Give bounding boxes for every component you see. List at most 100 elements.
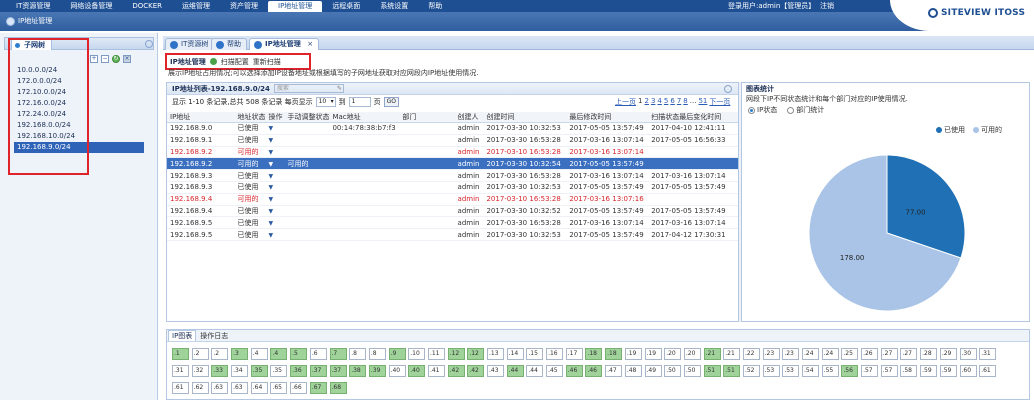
ip-cell[interactable]: .30 <box>959 348 977 360</box>
ip-cell[interactable]: .21 <box>703 348 721 360</box>
ip-cell[interactable]: .66 <box>290 382 308 394</box>
ip-cell[interactable]: .59 <box>920 365 938 377</box>
ip-cell[interactable]: .14 <box>506 348 524 360</box>
ip-cell[interactable]: .3 <box>231 348 249 360</box>
ip-cell[interactable]: .51 <box>703 365 721 377</box>
page-size-select[interactable]: 10 <box>315 97 336 107</box>
ip-cell[interactable]: .60 <box>959 365 977 377</box>
ip-cell[interactable]: .9 <box>388 348 406 360</box>
ip-cell[interactable]: .35 <box>250 365 268 377</box>
ip-cell[interactable]: .67 <box>309 382 327 394</box>
go-button[interactable]: GO <box>383 97 399 107</box>
ip-cell[interactable]: .13 <box>487 348 504 360</box>
column-header[interactable]: 地址状态 <box>234 112 266 123</box>
ip-cell[interactable]: .28 <box>920 348 938 360</box>
ip-cell[interactable]: .49 <box>644 365 662 377</box>
ip-cell[interactable]: .8 <box>368 348 386 360</box>
ip-cell[interactable]: .46 <box>585 365 603 377</box>
ip-cell[interactable]: .42 <box>447 365 465 377</box>
cell-mark[interactable]: ▼ <box>265 205 285 218</box>
ip-cell[interactable]: .54 <box>802 365 819 377</box>
ip-cell[interactable]: .21 <box>723 348 741 360</box>
ip-cell[interactable]: .58 <box>900 365 918 377</box>
page-link[interactable]: 51 <box>698 97 707 107</box>
ip-cell[interactable]: .57 <box>880 365 898 377</box>
page-link[interactable]: 8 <box>683 97 687 107</box>
ip-cell[interactable]: .45 <box>546 365 564 377</box>
ip-cell[interactable]: .10 <box>408 348 426 360</box>
page-link[interactable]: 4 <box>657 97 661 107</box>
ip-cell[interactable]: .19 <box>644 348 662 360</box>
rescan-button[interactable]: 重新扫描 <box>253 57 281 67</box>
column-header[interactable]: 操作 <box>265 112 285 123</box>
menu-item-6[interactable]: 远程桌面 <box>322 0 370 12</box>
ip-cell[interactable]: .47 <box>605 365 623 377</box>
table-row[interactable]: 192.168.9.5 已使用 ▼ admin 2017-03-30 16:53:28 2… <box>167 216 738 230</box>
column-header[interactable]: 手动调整状态 <box>284 112 330 123</box>
ip-cell[interactable]: .31 <box>979 348 997 360</box>
ip-cell[interactable]: .65 <box>270 382 288 394</box>
ip-cell[interactable]: .41 <box>427 365 445 377</box>
ip-cell[interactable]: .27 <box>900 348 918 360</box>
ip-cell[interactable]: .61 <box>172 382 189 394</box>
ip-cell[interactable]: .26 <box>861 348 879 360</box>
collapse-icon[interactable]: − <box>101 55 109 63</box>
menu-item-4[interactable]: 资产管理 <box>220 0 268 12</box>
ip-cell[interactable]: .51 <box>723 365 741 377</box>
ip-cell[interactable]: .39 <box>368 365 386 377</box>
dropdown-triangle-icon[interactable]: ▼ <box>269 161 274 168</box>
ip-cell[interactable]: .15 <box>526 348 544 360</box>
tab-ip-management[interactable]: IP地址管理 × <box>249 38 320 50</box>
ip-cell[interactable]: .33 <box>211 365 229 377</box>
ip-cell[interactable]: .29 <box>939 348 957 360</box>
ip-cell[interactable]: .22 <box>742 348 760 360</box>
tab-help[interactable]: 帮助 <box>211 38 247 50</box>
ip-cell[interactable]: .34 <box>231 365 249 377</box>
cell-mark[interactable]: ▼ <box>265 228 285 241</box>
menu-item-8[interactable]: 帮助 <box>418 0 452 12</box>
ip-cell[interactable]: .23 <box>782 348 800 360</box>
dropdown-triangle-icon[interactable]: ▼ <box>269 173 274 180</box>
menu-item-3[interactable]: 运维管理 <box>172 0 220 12</box>
menu-item-5[interactable]: IP地址管理 <box>268 1 323 12</box>
bottom-tab[interactable]: 操作日志 <box>196 330 232 341</box>
column-header[interactable]: Mac地址 <box>329 112 400 123</box>
ip-cell[interactable]: .48 <box>624 365 642 377</box>
ip-cell[interactable]: .40 <box>408 365 426 377</box>
column-header[interactable]: 部门 <box>399 112 455 123</box>
ip-cell[interactable]: .57 <box>861 365 879 377</box>
ip-cell[interactable]: .52 <box>742 365 760 377</box>
page-link[interactable]: 5 <box>664 97 668 107</box>
menu-item-7[interactable]: 系统设置 <box>370 0 418 12</box>
table-row[interactable]: 192.168.9.5 已使用 ▼ admin 2017-03-30 10:32:53 2… <box>167 228 738 241</box>
table-row[interactable]: 192.168.9.2 可用的 ▼ 可用的 admin 2017-03-30 10:32:… <box>167 157 738 171</box>
column-header[interactable]: IP地址 <box>167 112 235 123</box>
refresh-icon[interactable]: ↻ <box>112 55 120 63</box>
ip-cell[interactable]: .19 <box>624 348 642 360</box>
ip-cell[interactable]: .17 <box>565 348 583 360</box>
column-header[interactable]: 创建时间 <box>483 112 567 123</box>
close-icon[interactable]: × <box>307 40 313 48</box>
ip-cell[interactable]: .4 <box>250 348 268 360</box>
table-row[interactable]: 192.168.9.3 已使用 ▼ admin 2017-03-30 10:32:53 2… <box>167 181 738 194</box>
ip-cell[interactable]: .12 <box>467 348 485 360</box>
ip-cell[interactable]: .36 <box>290 365 308 377</box>
dropdown-triangle-icon[interactable]: ▼ <box>269 220 274 227</box>
cell-mark[interactable]: ▼ <box>265 169 285 182</box>
page-link[interactable]: 7 <box>677 97 681 107</box>
ip-cell[interactable]: .43 <box>487 365 504 377</box>
ip-cell[interactable]: .55 <box>821 365 839 377</box>
ip-cell[interactable]: .24 <box>802 348 819 360</box>
search-input[interactable]: 搜索 ✎ <box>273 84 344 93</box>
ip-cell[interactable]: .56 <box>841 365 859 377</box>
ip-cell[interactable]: .53 <box>782 365 800 377</box>
ip-cell[interactable]: .11 <box>427 348 445 360</box>
ip-cell[interactable]: .40 <box>388 365 406 377</box>
radio-department[interactable]: 部门统计 <box>787 105 824 115</box>
dropdown-triangle-icon[interactable]: ▼ <box>269 232 274 239</box>
ip-cell[interactable]: .2 <box>191 348 209 360</box>
ip-cell[interactable]: .1 <box>172 348 189 360</box>
gear-icon[interactable] <box>145 40 153 48</box>
ip-cell[interactable]: .5 <box>290 348 308 360</box>
cell-mark[interactable]: ▼ <box>265 157 285 171</box>
